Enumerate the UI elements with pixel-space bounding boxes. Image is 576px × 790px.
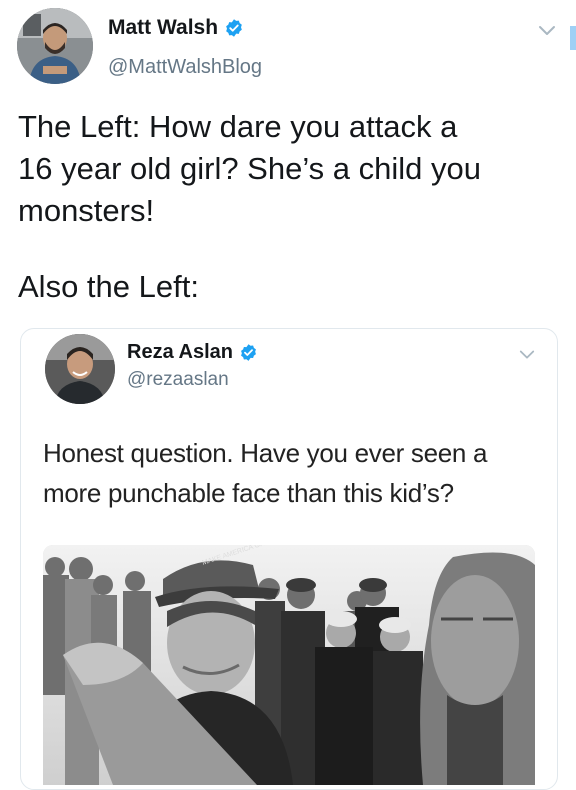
verified-badge-icon	[241, 344, 256, 361]
author-avatar[interactable]	[17, 8, 93, 84]
scroll-indicator	[570, 26, 576, 50]
quoted-tweet[interactable]: Reza Aslan @rezaaslan Honest question. H…	[20, 328, 558, 790]
quoted-tweet-photo[interactable]: MAKE AMERICA GREAT	[43, 545, 535, 785]
quoted-avatar-image	[45, 334, 115, 404]
tweet-text: The Left: How dare you attack a 16 year …	[18, 109, 481, 228]
author-avatar-image	[17, 8, 93, 84]
quoted-author-name-row[interactable]: Reza Aslan	[127, 341, 258, 364]
quoted-author-handle[interactable]: @rezaaslan	[127, 369, 229, 391]
tweet-card: Matt Walsh @MattWalshBlog The Left: How …	[0, 0, 576, 790]
author-handle[interactable]: @MattWalshBlog	[108, 56, 262, 79]
tweet-text-continued: Also the Left:	[18, 269, 199, 304]
quoted-author-name[interactable]: Reza Aslan	[127, 341, 233, 364]
quoted-author-avatar[interactable]	[45, 334, 115, 404]
chevron-down-icon[interactable]	[519, 347, 535, 363]
verified-badge-icon	[226, 19, 242, 37]
chevron-down-icon[interactable]	[538, 22, 556, 40]
crowd-photo: MAKE AMERICA GREAT	[43, 545, 535, 785]
author-name-row[interactable]: Matt Walsh	[108, 16, 244, 40]
author-name[interactable]: Matt Walsh	[108, 16, 218, 40]
quoted-tweet-text: Honest question. Have you ever seen a mo…	[43, 438, 488, 508]
